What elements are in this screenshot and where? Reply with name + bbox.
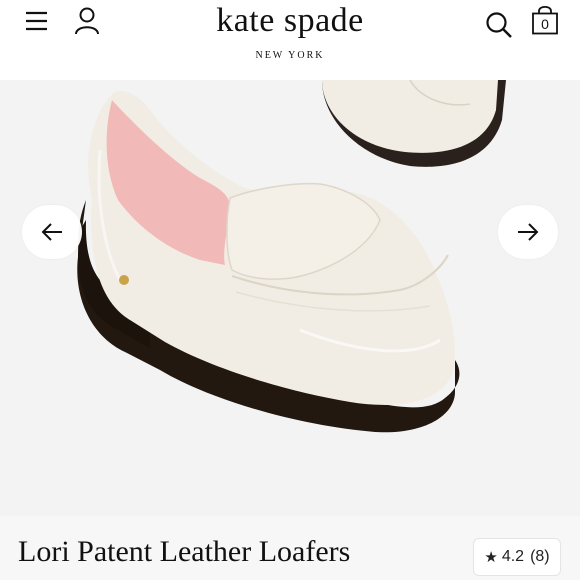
cart-count: 0: [541, 16, 549, 32]
arrow-right-icon: [518, 223, 539, 241]
star-icon: ★: [484, 549, 498, 566]
brand-subtitle: NEW YORK: [255, 50, 325, 61]
product-info-bar: Lori Patent Leather Loafers ★ 4.2 (8): [0, 516, 580, 580]
product-image-carousel[interactable]: [0, 80, 580, 516]
next-image-button[interactable]: [498, 205, 558, 259]
arrow-left-icon: [41, 223, 62, 241]
shopping-bag-button[interactable]: 0: [530, 4, 560, 36]
review-count: (8): [530, 548, 550, 565]
rating-badge[interactable]: ★ 4.2 (8): [473, 538, 561, 576]
site-header: kate spade NEW YORK 0: [0, 0, 580, 80]
previous-image-button[interactable]: [22, 205, 82, 259]
product-title: Lori Patent Leather Loafers: [18, 535, 351, 568]
search-icon[interactable]: [484, 10, 514, 40]
rating-value: 4.2: [501, 548, 525, 565]
product-image[interactable]: [0, 80, 580, 516]
